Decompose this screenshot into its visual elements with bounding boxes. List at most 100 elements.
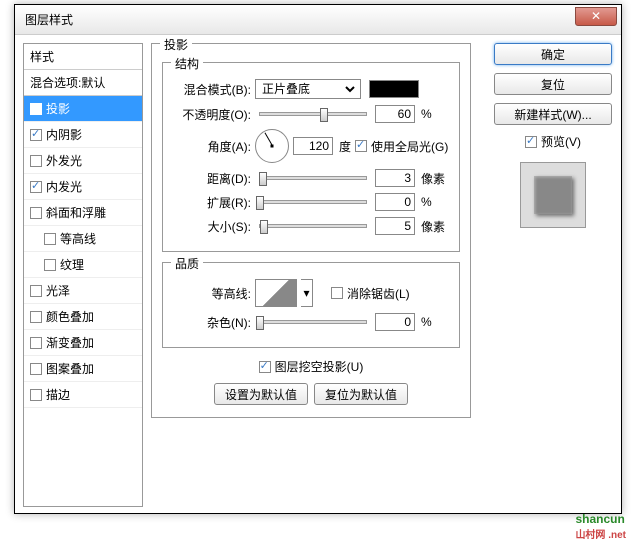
- quality-title: 品质: [171, 255, 203, 272]
- style-item-2[interactable]: 外发光: [24, 148, 142, 174]
- layer-style-dialog: 图层样式 ✕ 样式 混合选项:默认 投影内阴影外发光内发光斜面和浮雕等高线纹理光…: [14, 4, 622, 514]
- antialias-checkbox[interactable]: [331, 287, 343, 299]
- style-item-11[interactable]: 描边: [24, 382, 142, 408]
- opacity-slider[interactable]: [259, 112, 367, 116]
- opacity-input[interactable]: [375, 105, 415, 123]
- angle-unit: 度: [339, 138, 351, 155]
- distance-input[interactable]: [375, 169, 415, 187]
- noise-slider[interactable]: [259, 320, 367, 324]
- style-checkbox[interactable]: [30, 363, 42, 375]
- style-checkbox[interactable]: [30, 337, 42, 349]
- style-item-label: 投影: [46, 100, 70, 117]
- reset-default-button[interactable]: 复位为默认值: [314, 383, 408, 405]
- style-item-label: 描边: [46, 386, 70, 403]
- noise-label: 杂色(N):: [173, 314, 251, 331]
- distance-slider[interactable]: [259, 176, 367, 180]
- style-checkbox[interactable]: [30, 285, 42, 297]
- contour-dropdown[interactable]: ▾: [301, 279, 313, 307]
- style-checkbox[interactable]: [30, 181, 42, 193]
- settings-panel: 投影 结构 混合模式(B): 正片叠底 不透明度(O): %: [151, 43, 471, 424]
- global-light-label: 使用全局光(G): [371, 138, 448, 155]
- right-panel: 确定 复位 新建样式(W)... 预览(V): [493, 43, 613, 228]
- style-item-label: 颜色叠加: [46, 308, 94, 325]
- angle-label: 角度(A):: [173, 138, 251, 155]
- preview-swatch: [520, 162, 586, 228]
- style-item-5[interactable]: 等高线: [24, 226, 142, 252]
- quality-group: 品质 等高线: ▾ 消除锯齿(L) 杂色(N): %: [162, 262, 460, 348]
- style-checkbox[interactable]: [30, 129, 42, 141]
- style-item-0[interactable]: 投影: [24, 96, 142, 122]
- opacity-unit: %: [421, 107, 432, 121]
- style-checkbox[interactable]: [44, 233, 56, 245]
- preview-checkbox[interactable]: [525, 136, 537, 148]
- blend-options-header[interactable]: 混合选项:默认: [24, 70, 142, 96]
- spread-input[interactable]: [375, 193, 415, 211]
- window-title: 图层样式: [25, 11, 73, 28]
- style-item-4[interactable]: 斜面和浮雕: [24, 200, 142, 226]
- shadow-color-swatch[interactable]: [369, 80, 419, 98]
- make-default-button[interactable]: 设置为默认值: [214, 383, 308, 405]
- style-item-label: 渐变叠加: [46, 334, 94, 351]
- opacity-label: 不透明度(O):: [173, 106, 251, 123]
- style-item-3[interactable]: 内发光: [24, 174, 142, 200]
- size-label: 大小(S):: [173, 218, 251, 235]
- close-icon: ✕: [591, 9, 601, 23]
- chevron-down-icon: ▾: [303, 286, 309, 300]
- style-item-label: 光泽: [46, 282, 70, 299]
- distance-label: 距离(D):: [173, 170, 251, 187]
- style-item-label: 等高线: [60, 230, 96, 247]
- style-checkbox[interactable]: [30, 207, 42, 219]
- styles-list: 样式 混合选项:默认 投影内阴影外发光内发光斜面和浮雕等高线纹理光泽颜色叠加渐变…: [23, 43, 143, 507]
- preview-thumbnail: [534, 176, 572, 214]
- spread-label: 扩展(R):: [173, 194, 251, 211]
- ok-button[interactable]: 确定: [494, 43, 612, 65]
- drop-shadow-group: 投影 结构 混合模式(B): 正片叠底 不透明度(O): %: [151, 43, 471, 418]
- style-item-10[interactable]: 图案叠加: [24, 356, 142, 382]
- style-item-label: 外发光: [46, 152, 82, 169]
- style-checkbox[interactable]: [30, 311, 42, 323]
- size-slider[interactable]: [259, 224, 367, 228]
- close-button[interactable]: ✕: [575, 7, 617, 26]
- new-style-button[interactable]: 新建样式(W)...: [494, 103, 612, 125]
- knockout-label: 图层挖空投影(U): [275, 358, 364, 375]
- angle-input[interactable]: [293, 137, 333, 155]
- style-item-label: 斜面和浮雕: [46, 204, 106, 221]
- antialias-label: 消除锯齿(L): [347, 285, 410, 302]
- style-item-1[interactable]: 内阴影: [24, 122, 142, 148]
- style-item-label: 图案叠加: [46, 360, 94, 377]
- contour-picker[interactable]: [255, 279, 297, 307]
- watermark: shancun 山村网 .net: [575, 502, 626, 541]
- knockout-checkbox[interactable]: [259, 361, 271, 373]
- style-checkbox[interactable]: [30, 103, 42, 115]
- noise-unit: %: [421, 315, 432, 329]
- style-item-label: 内发光: [46, 178, 82, 195]
- spread-slider[interactable]: [259, 200, 367, 204]
- style-item-6[interactable]: 纹理: [24, 252, 142, 278]
- size-unit: 像素: [421, 218, 445, 235]
- cancel-button[interactable]: 复位: [494, 73, 612, 95]
- blend-mode-label: 混合模式(B):: [173, 81, 251, 98]
- style-item-label: 内阴影: [46, 126, 82, 143]
- style-checkbox[interactable]: [44, 259, 56, 271]
- structure-group: 结构 混合模式(B): 正片叠底 不透明度(O): % 角度: [162, 62, 460, 252]
- blend-mode-select[interactable]: 正片叠底: [255, 79, 361, 99]
- style-checkbox[interactable]: [30, 389, 42, 401]
- distance-unit: 像素: [421, 170, 445, 187]
- style-item-7[interactable]: 光泽: [24, 278, 142, 304]
- structure-title: 结构: [171, 55, 203, 72]
- titlebar[interactable]: 图层样式 ✕: [15, 5, 621, 35]
- style-item-8[interactable]: 颜色叠加: [24, 304, 142, 330]
- spread-unit: %: [421, 195, 432, 209]
- preview-label: 预览(V): [541, 133, 581, 150]
- style-checkbox[interactable]: [30, 155, 42, 167]
- group-title: 投影: [160, 36, 192, 53]
- noise-input[interactable]: [375, 313, 415, 331]
- contour-label: 等高线:: [173, 285, 251, 302]
- global-light-checkbox[interactable]: [355, 140, 367, 152]
- angle-wheel[interactable]: [255, 129, 289, 163]
- style-item-label: 纹理: [60, 256, 84, 273]
- style-item-9[interactable]: 渐变叠加: [24, 330, 142, 356]
- dialog-content: 样式 混合选项:默认 投影内阴影外发光内发光斜面和浮雕等高线纹理光泽颜色叠加渐变…: [23, 43, 613, 505]
- size-input[interactable]: [375, 217, 415, 235]
- styles-header[interactable]: 样式: [24, 44, 142, 70]
